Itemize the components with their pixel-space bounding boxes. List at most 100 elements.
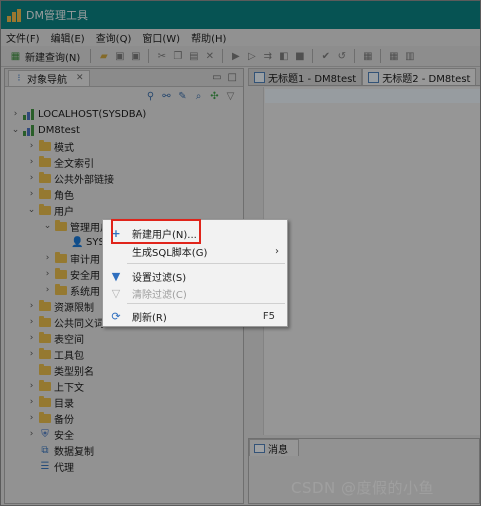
menu-file[interactable]: 文件(F) — [6, 30, 40, 45]
tree-node-directories[interactable]: › 目录 — [27, 394, 74, 410]
menu-item-new-user[interactable]: + 新建用户(N)... — [103, 224, 287, 242]
search-icon[interactable]: ⌕ — [192, 90, 205, 103]
chevron-right-icon[interactable]: › — [27, 333, 36, 343]
tree-node-audit-users[interactable]: › 审计用 — [43, 250, 100, 266]
tree-node-schema[interactable]: › 模式 — [27, 138, 74, 154]
maximize-icon[interactable]: □ — [228, 72, 237, 83]
folder-icon — [39, 187, 51, 199]
tree-label: 备份 — [54, 414, 74, 426]
delete-icon[interactable]: ✕ — [203, 50, 216, 63]
tree-node-toolkits[interactable]: › 工具包 — [27, 346, 84, 362]
chevron-right-icon[interactable]: › — [27, 189, 36, 199]
menu-help[interactable]: 帮助(H) — [191, 30, 226, 45]
tree-node-replication[interactable]: ⧉ 数据复制 — [27, 442, 94, 458]
editor-tab-label: 无标题1 - DM8test — [268, 73, 357, 85]
clear-filter-icon: ▽ — [111, 286, 121, 300]
chevron-right-icon[interactable]: › — [27, 157, 36, 167]
layout-icon[interactable]: ▥ — [403, 50, 416, 63]
chevron-right-icon[interactable]: › — [11, 109, 20, 119]
connect-icon[interactable]: ⚲ — [144, 90, 157, 103]
view-menu-icon[interactable]: ▽ — [224, 90, 237, 103]
open-folder-icon[interactable]: ▰ — [97, 50, 110, 63]
tree-label: 模式 — [54, 142, 74, 154]
window-title: DM管理工具 — [26, 9, 88, 22]
cut-icon[interactable]: ✂ — [155, 50, 168, 63]
menu-query[interactable]: 查询(Q) — [96, 30, 132, 45]
commit-icon[interactable]: ✔ — [319, 50, 332, 63]
menu-item-generate-sql[interactable]: 生成SQL脚本(G) › — [103, 242, 287, 260]
grid-icon[interactable]: ▦ — [387, 50, 400, 63]
tree-node-agent[interactable]: ☰ 代理 — [27, 458, 74, 474]
tree-node-context[interactable]: › 上下文 — [27, 378, 84, 394]
plus-icon: + — [111, 226, 121, 240]
folder-icon — [39, 363, 51, 375]
chevron-right-icon[interactable]: › — [27, 429, 36, 439]
tab-untitled-1[interactable]: 无标题1 - DM8test — [248, 68, 363, 85]
tree-node-users[interactable]: ⌄ 用户 — [27, 202, 74, 218]
menu-edit[interactable]: 编辑(E) — [51, 30, 85, 45]
tree-node-public-external-links[interactable]: › 公共外部链接 — [27, 170, 114, 186]
tree-node-public-synonyms[interactable]: › 公共同义词 — [27, 314, 104, 330]
paste-icon[interactable]: ▤ — [187, 50, 200, 63]
tree-node-type-aliases[interactable]: 类型别名 — [27, 362, 94, 378]
tree-node-localhost[interactable]: › LOCALHOST(SYSDBA) — [11, 106, 146, 122]
folder-icon — [55, 251, 67, 263]
rollback-icon[interactable]: ↺ — [335, 50, 348, 63]
submenu-arrow-icon: › — [275, 245, 279, 257]
tab-messages[interactable]: 消息 — [249, 439, 299, 456]
folder-open-icon — [55, 219, 67, 231]
tree-label: 目录 — [54, 398, 74, 410]
toolbar-separator — [222, 49, 224, 63]
chevron-right-icon[interactable]: › — [43, 253, 52, 263]
chevron-down-icon[interactable]: ⌄ — [11, 125, 20, 135]
chevron-right-icon[interactable]: › — [27, 397, 36, 407]
app-logo-icon — [7, 8, 21, 22]
tab-object-navigator[interactable]: ⁝ 对象导航 ✕ — [8, 69, 90, 86]
execute-icon[interactable]: ▶ — [229, 50, 242, 63]
tree-node-resource-limits[interactable]: › 资源限制 — [27, 298, 94, 314]
tree-node-dm8test[interactable]: ⌄ DM8test — [11, 122, 80, 138]
chevron-right-icon[interactable]: › — [27, 317, 36, 327]
menu-item-set-filter[interactable]: ▼ 设置过滤(S) — [103, 267, 287, 285]
explain-icon[interactable]: ⇉ — [261, 50, 274, 63]
tree-node-security[interactable]: › ⛨ 安全 — [27, 426, 74, 442]
chevron-right-icon[interactable]: › — [27, 141, 36, 151]
table-icon[interactable]: ▦ — [361, 50, 374, 63]
tree-node-fulltext-index[interactable]: › 全文索引 — [27, 154, 94, 170]
close-icon[interactable]: ✕ — [76, 73, 84, 83]
tree-node-sys-user[interactable]: 👤 SYS — [59, 234, 105, 250]
chevron-right-icon[interactable]: › — [43, 269, 52, 279]
menu-window[interactable]: 窗口(W) — [142, 30, 180, 45]
run-script-icon[interactable]: ◧ — [277, 50, 290, 63]
tree-node-roles[interactable]: › 角色 — [27, 186, 74, 202]
folder-icon — [39, 379, 51, 391]
chevron-down-icon[interactable]: ⌄ — [43, 221, 52, 231]
execute-step-icon[interactable]: ▷ — [245, 50, 258, 63]
tree-node-admin-users[interactable]: ⌄ 管理用户 — [43, 218, 110, 234]
tree-node-backup[interactable]: › 备份 — [27, 410, 74, 426]
tree-node-tablespaces[interactable]: › 表空间 — [27, 330, 84, 346]
toolbar-separator — [148, 49, 150, 63]
tab-untitled-2[interactable]: 无标题2 - DM8test — [362, 68, 477, 85]
minimize-icon[interactable]: ▭ — [212, 72, 221, 83]
chevron-right-icon[interactable]: › — [27, 413, 36, 423]
save-icon[interactable]: ▣ — [113, 50, 126, 63]
collapse-all-icon[interactable]: ✣ — [208, 90, 221, 103]
menu-item-refresh[interactable]: ⟳ 刷新(R) F5 — [103, 307, 287, 325]
chevron-right-icon[interactable]: › — [43, 285, 52, 295]
chevron-down-icon[interactable]: ⌄ — [27, 205, 36, 215]
edit-icon[interactable]: ✎ — [176, 90, 189, 103]
new-query-button[interactable]: ▦ 新建查询(N) — [9, 49, 84, 64]
save-all-icon[interactable]: ▣ — [129, 50, 142, 63]
tree-node-security-users[interactable]: › 安全用 — [43, 266, 100, 282]
disconnect-icon[interactable]: ⚯ — [160, 90, 173, 103]
menu-item-label: 生成SQL脚本(G) — [132, 247, 208, 259]
stop-icon[interactable]: ■ — [293, 50, 306, 63]
tree-node-system-users[interactable]: › 系统用 — [43, 282, 100, 298]
chevron-right-icon[interactable]: › — [27, 381, 36, 391]
chevron-right-icon[interactable]: › — [27, 349, 36, 359]
menu-item-label: 刷新(R) — [132, 312, 167, 324]
chevron-right-icon[interactable]: › — [27, 301, 36, 311]
copy-icon[interactable]: ❐ — [171, 50, 184, 63]
chevron-right-icon[interactable]: › — [27, 173, 36, 183]
